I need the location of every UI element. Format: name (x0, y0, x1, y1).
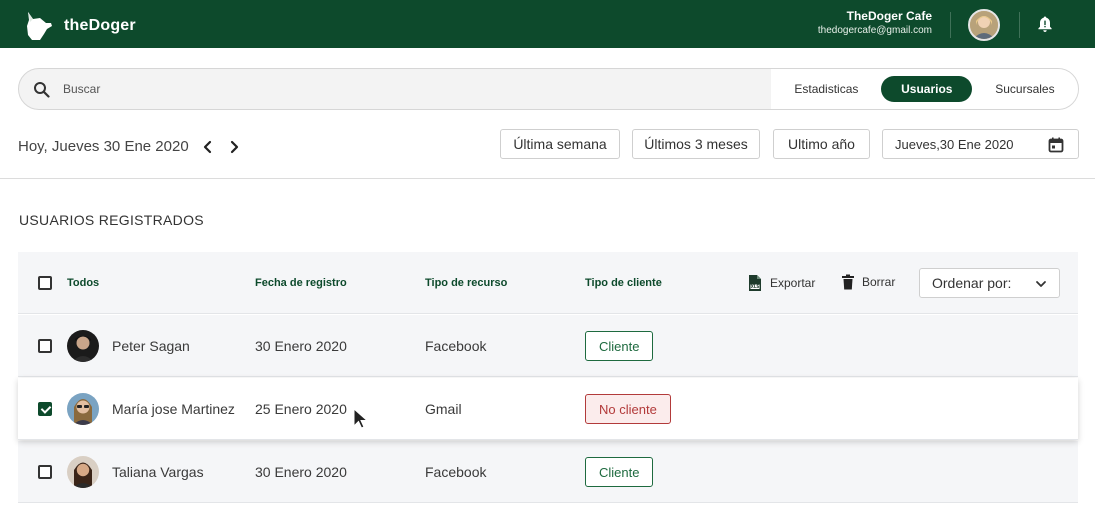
table-row[interactable]: Taliana Vargas 30 Enero 2020 Facebook Cl… (18, 441, 1078, 503)
date-picker-value: Jueves,30 Ene 2020 (895, 136, 1014, 152)
header-recurso: Tipo de recurso (425, 277, 508, 289)
header-todos: Todos (67, 277, 100, 289)
header-fecha: Fecha de registro (255, 277, 347, 289)
tab-usuarios[interactable]: Usuarios (881, 76, 973, 102)
brand[interactable]: theDoger (22, 10, 136, 42)
table-row[interactable]: María jose Martinez 25 Enero 2020 Gmail … (18, 378, 1078, 440)
avatar (67, 393, 99, 425)
delete-button[interactable]: Borrar (841, 274, 895, 290)
avatar (67, 456, 99, 488)
today-label: Hoy, Jueves 30 Ene 2020 (18, 138, 189, 155)
user-name: María jose Martinez (112, 401, 235, 417)
tab-estadisticas[interactable]: Estadisticas (782, 76, 870, 102)
brand-name: theDoger (64, 17, 136, 34)
range-last-year-button[interactable]: Ultimo año (773, 129, 870, 159)
xls-file-icon: XLS (749, 275, 761, 291)
section-title: USUARIOS REGISTRADOS (19, 212, 204, 228)
account-info[interactable]: TheDoger Cafe thedogercafe@gmail.com (818, 9, 932, 38)
sort-label: Ordenar por: (932, 275, 1012, 291)
user-name: Taliana Vargas (112, 464, 204, 480)
client-badge: No cliente (585, 394, 671, 424)
table-row[interactable]: Peter Sagan 30 Enero 2020 Facebook Clien… (18, 315, 1078, 377)
select-all-checkbox[interactable] (38, 276, 52, 290)
view-tabs: Estadisticas Usuarios Sucursales (771, 69, 1078, 109)
user-photo-icon (67, 330, 99, 362)
row-checkbox[interactable] (38, 465, 52, 479)
range-last-3-months-button[interactable]: Últimos 3 meses (632, 129, 760, 159)
search-bar: Estadisticas Usuarios Sucursales (18, 68, 1079, 110)
delete-label: Borrar (862, 275, 896, 289)
user-photo-icon (970, 11, 998, 39)
resource-type: Gmail (425, 401, 462, 417)
account-email: thedogercafe@gmail.com (817, 25, 932, 36)
divider (0, 178, 1095, 179)
resource-type: Facebook (425, 338, 487, 354)
chevron-right-icon[interactable] (227, 140, 241, 154)
client-badge: Cliente (585, 457, 654, 487)
trash-icon (842, 274, 854, 290)
chevron-down-icon (1036, 281, 1046, 287)
account-avatar[interactable] (968, 9, 1000, 41)
export-button[interactable]: XLS Exportar (747, 274, 815, 292)
export-label: Exportar (770, 276, 816, 290)
dog-logo-icon (27, 12, 52, 40)
mouse-cursor-icon (353, 407, 369, 429)
register-date: 25 Enero 2020 (255, 401, 347, 417)
resource-type: Facebook (425, 464, 487, 480)
header-divider (1019, 12, 1020, 38)
search-icon (34, 82, 50, 98)
chevron-left-icon[interactable] (201, 140, 215, 154)
date-navigation: Hoy, Jueves 30 Ene 2020 (18, 138, 241, 155)
search-input[interactable] (63, 79, 663, 99)
user-photo-icon (67, 456, 99, 488)
svg-text:XLS: XLS (751, 284, 760, 289)
table-header: Todos Fecha de registro Tipo de recurso … (18, 252, 1078, 314)
calendar-icon (1048, 137, 1064, 153)
header-divider (950, 12, 951, 38)
account-name: TheDoger Cafe (846, 9, 932, 23)
top-bar: theDoger TheDoger Cafe thedogercafe@gmai… (0, 0, 1095, 48)
avatar (67, 330, 99, 362)
sort-dropdown[interactable]: Ordenar por: (919, 268, 1060, 298)
range-last-week-button[interactable]: Última semana (500, 129, 620, 159)
header-cliente: Tipo de cliente (585, 277, 662, 289)
register-date: 30 Enero 2020 (255, 338, 347, 354)
notification-bell-icon[interactable] (1036, 15, 1054, 33)
row-checkbox[interactable] (38, 402, 52, 416)
tab-sucursales[interactable]: Sucursales (983, 76, 1066, 102)
client-badge: Cliente (585, 331, 654, 361)
user-name: Peter Sagan (112, 338, 190, 354)
date-picker[interactable]: Jueves,30 Ene 2020 (882, 129, 1079, 159)
row-checkbox[interactable] (38, 339, 52, 353)
user-photo-icon (67, 393, 99, 425)
register-date: 30 Enero 2020 (255, 464, 347, 480)
